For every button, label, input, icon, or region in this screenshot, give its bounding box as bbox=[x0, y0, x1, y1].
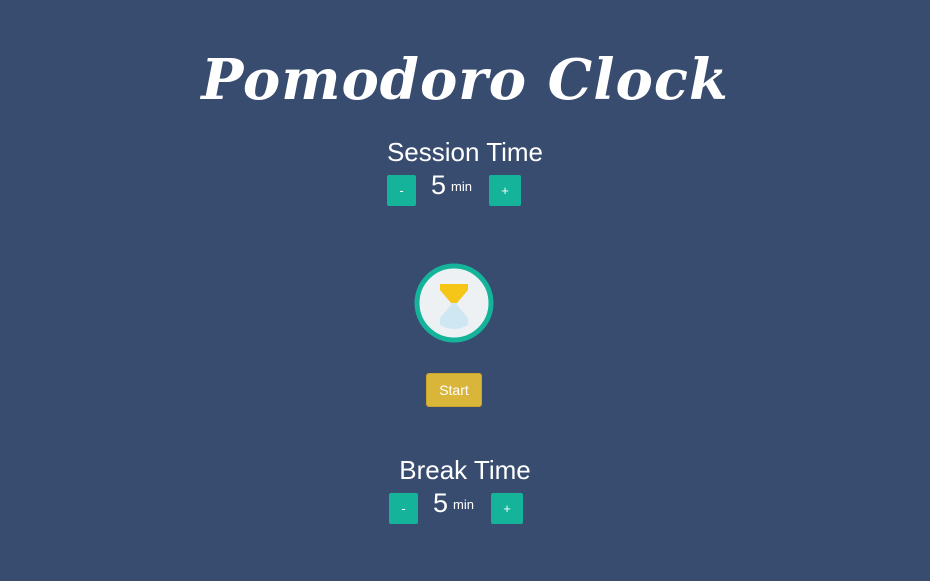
break-time-value: 5 bbox=[433, 488, 449, 518]
break-decrement-button[interactable]: - bbox=[389, 493, 418, 524]
app-title: Pomodoro Clock bbox=[201, 47, 729, 113]
session-time-value: 5 bbox=[431, 170, 447, 200]
session-decrement-button[interactable]: - bbox=[387, 175, 416, 206]
break-time-control: - 5 min + bbox=[0, 488, 930, 525]
session-time-label: Session Time bbox=[386, 137, 544, 167]
start-button[interactable]: Start bbox=[426, 373, 482, 407]
session-time-unit: min bbox=[451, 179, 472, 194]
session-time-control: - 5 min + bbox=[0, 170, 930, 207]
break-time-label: Break Time bbox=[399, 455, 531, 485]
break-increment-button[interactable]: + bbox=[491, 493, 523, 524]
session-increment-button[interactable]: + bbox=[489, 175, 521, 206]
break-time-unit: min bbox=[453, 497, 474, 512]
hourglass-icon bbox=[414, 263, 494, 343]
